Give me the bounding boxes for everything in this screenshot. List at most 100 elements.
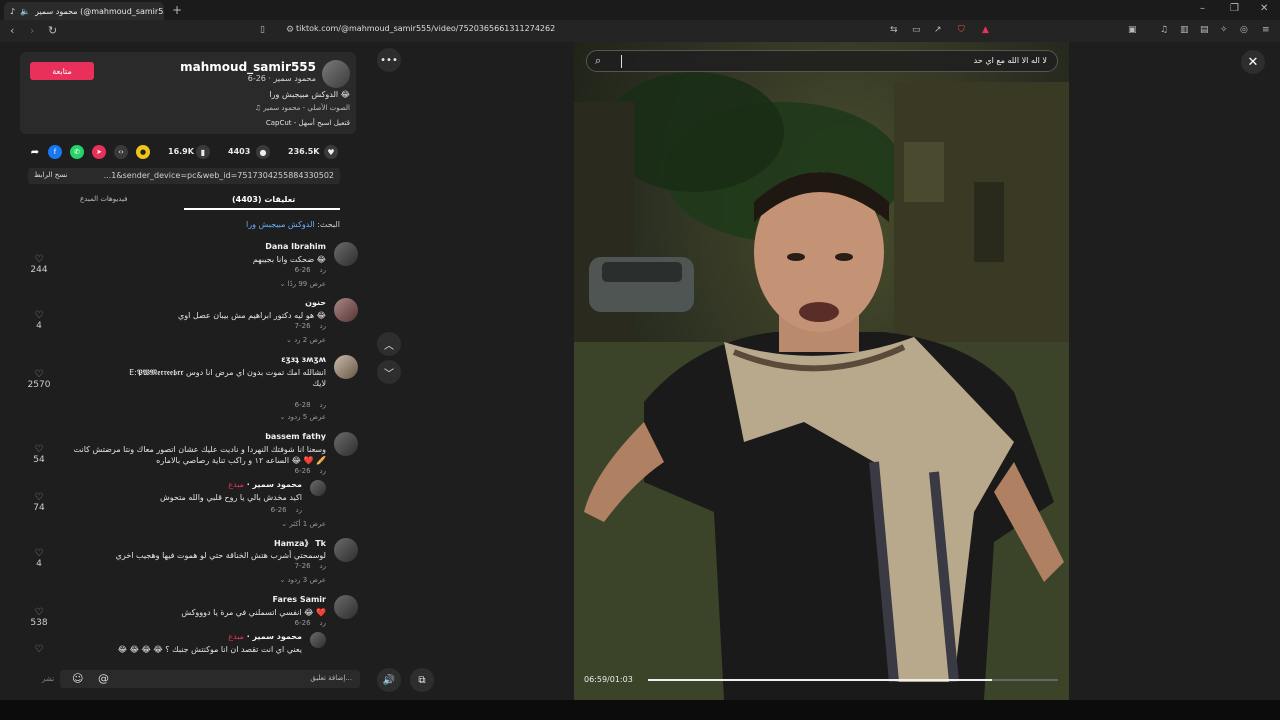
coin-icon[interactable]: ●	[136, 145, 150, 159]
more-options-button[interactable]: •••	[377, 48, 401, 72]
comment-like[interactable]: ♡ 54	[24, 444, 54, 465]
cast-icon[interactable]: ▭	[912, 25, 921, 35]
avatar[interactable]	[322, 60, 350, 88]
comment-heart-icon[interactable]: ♡	[24, 369, 54, 380]
brave-shield-icon[interactable]: ⛉	[958, 25, 965, 35]
commenter-avatar[interactable]	[334, 432, 358, 456]
media-icon[interactable]: ♫	[1160, 25, 1168, 35]
comment-like[interactable]: ♡ 244	[24, 254, 54, 275]
comment-heart-icon[interactable]: ♡	[24, 254, 54, 265]
next-video-button[interactable]: ﹀	[377, 360, 401, 384]
telegram-icon[interactable]: ➤	[92, 145, 106, 159]
browser-tab[interactable]: ♪ 🔈 محمود سمير (@mahmoud_samir555 ✕	[4, 2, 164, 20]
capcut-link[interactable]: CapCut - قتعيل اسبح أسهل	[266, 119, 350, 127]
wallet-icon[interactable]: ▤	[1200, 25, 1209, 35]
extensions-icon[interactable]: ✧	[1220, 25, 1228, 35]
forward-icon[interactable]: ›	[30, 24, 34, 37]
commenter-name[interactable]: محمود سمير · مبدع	[228, 632, 302, 641]
commenter-name[interactable]: Fares Samir	[273, 595, 327, 604]
comment-heart-icon[interactable]: ♡	[24, 644, 54, 655]
commenter-avatar[interactable]	[310, 632, 326, 648]
close-video-button[interactable]: ✕	[1241, 50, 1265, 74]
speaker-icon[interactable]: 🔈	[20, 7, 30, 16]
video-link[interactable]: ...1&sender_device=pc&web_id=75173042558…	[104, 171, 334, 180]
comment-like[interactable]: ♡ 2570	[24, 369, 54, 390]
comment-composer[interactable]: ☺ @ إضافة تعليق...	[60, 670, 360, 688]
whatsapp-icon[interactable]: ✆	[70, 145, 84, 159]
new-tab-button[interactable]: +	[172, 3, 182, 17]
commenter-name[interactable]: Dana Ibrahim	[265, 242, 326, 251]
commenter-avatar[interactable]	[334, 355, 358, 379]
comment-like[interactable]: ♡ 4	[24, 310, 54, 331]
menu-icon[interactable]: ≡	[1262, 25, 1270, 35]
view-replies[interactable]: ⌄ عرض 3 ردود	[279, 576, 326, 584]
comment-like[interactable]: ♡ 538	[24, 607, 54, 628]
comment-like[interactable]: ♡	[24, 644, 54, 655]
reply-link[interactable]: رد	[320, 619, 327, 627]
search-hint[interactable]: البحث: الدوكش مبيجبش ورا	[246, 220, 340, 229]
reload-icon[interactable]: ↻	[48, 24, 57, 37]
search-icon[interactable]: ⌕	[595, 54, 601, 68]
previous-video-button[interactable]: ︿	[377, 332, 401, 356]
back-icon[interactable]: ‹	[10, 24, 14, 37]
facebook-icon[interactable]: f	[48, 145, 62, 159]
username[interactable]: mahmoud_samir555	[180, 60, 316, 74]
commenter-name[interactable]: محمود سمير · مبدع	[228, 480, 302, 489]
comment-icon[interactable]: ●	[256, 145, 270, 159]
volume-icon[interactable]: 🔊	[377, 668, 401, 692]
follow-button[interactable]: متابعة	[30, 62, 94, 80]
commenter-avatar[interactable]	[334, 595, 358, 619]
embed-icon[interactable]: ‹›	[114, 145, 128, 159]
emoji-icon[interactable]: ☺	[72, 672, 83, 685]
commenter-avatar[interactable]	[334, 298, 358, 322]
view-replies[interactable]: ⌄ عرض 5 ردود	[279, 413, 326, 421]
commenter-avatar[interactable]	[334, 538, 358, 562]
comment-like[interactable]: ♡ 4	[24, 548, 54, 569]
commenter-avatar[interactable]	[310, 480, 326, 496]
mention-icon[interactable]: @	[98, 672, 109, 685]
panel-icon[interactable]: ▥	[1180, 25, 1189, 35]
copy-link-button[interactable]: نسخ الرابط	[34, 171, 67, 179]
reply-link[interactable]: رد	[320, 266, 327, 274]
search-query[interactable]: لا اله الا الله مع اي حد	[974, 56, 1047, 65]
share-icon[interactable]: ↗	[934, 25, 942, 35]
post-button[interactable]: نشر	[42, 675, 54, 683]
rewards-icon[interactable]: ▲	[982, 25, 989, 35]
pip-icon[interactable]: ⧉	[410, 668, 434, 692]
video-player[interactable]: ⌕ لا اله الا الله مع اي حد 06:59/01:03	[574, 42, 1069, 700]
commenter-name[interactable]: حنون	[305, 298, 326, 307]
commenter-name[interactable]: ɛʒɜʇ ɜʍʒʍ	[281, 355, 326, 364]
view-replies[interactable]: ⌄ عرض 2 رد	[286, 336, 326, 344]
reply-link[interactable]: رد	[296, 506, 303, 514]
video-search-bar[interactable]: ⌕ لا اله الا الله مع اي حد	[586, 50, 1058, 72]
comment-heart-icon[interactable]: ♡	[24, 492, 54, 503]
reply-link[interactable]: رد	[320, 467, 327, 475]
comment-like[interactable]: ♡ 74	[24, 492, 54, 513]
comment-heart-icon[interactable]: ♡	[24, 310, 54, 321]
reply-link[interactable]: رد	[320, 562, 327, 570]
vpn-icon[interactable]: ◎	[1240, 25, 1248, 35]
progress-bar[interactable]	[648, 679, 1058, 681]
minimize-icon[interactable]: –	[1200, 3, 1205, 14]
reply-link[interactable]: رد	[320, 401, 327, 409]
share-arrow-icon[interactable]: ➦	[28, 145, 42, 159]
url-field[interactable]: tiktok.com/@mahmoud_samir555/video/75203…	[296, 24, 555, 33]
view-replies[interactable]: ⌄ عرض 99 ردًا	[280, 280, 326, 288]
maximize-icon[interactable]: ❐	[1230, 3, 1239, 14]
bookmark-icon[interactable]: ▯	[260, 25, 265, 35]
sound-link[interactable]: ♫ الصوت الأصلي - محمود سمير	[255, 104, 350, 112]
heart-icon[interactable]: ♥	[324, 145, 338, 159]
comment-heart-icon[interactable]: ♡	[24, 444, 54, 455]
bookmark-save-icon[interactable]: ▮	[196, 145, 210, 159]
comment-input[interactable]: إضافة تعليق...	[310, 674, 352, 682]
commenter-name[interactable]: bassem fathy	[265, 432, 326, 441]
commenter-avatar[interactable]	[334, 242, 358, 266]
commenter-name[interactable]: Hamza》 Tk	[274, 538, 326, 549]
window-close-icon[interactable]: ✕	[1260, 3, 1268, 14]
reply-link[interactable]: رد	[320, 322, 327, 330]
translate-icon[interactable]: ⇆	[890, 25, 898, 35]
view-more[interactable]: ⌄ عرض 1 أكثر	[281, 520, 326, 528]
tab-comments[interactable]: تعليقات (4403)	[232, 195, 295, 204]
search-hint-term[interactable]: الدوكش مبيجبش ورا	[246, 220, 315, 229]
sidebar-icon[interactable]: ▣	[1128, 25, 1137, 35]
